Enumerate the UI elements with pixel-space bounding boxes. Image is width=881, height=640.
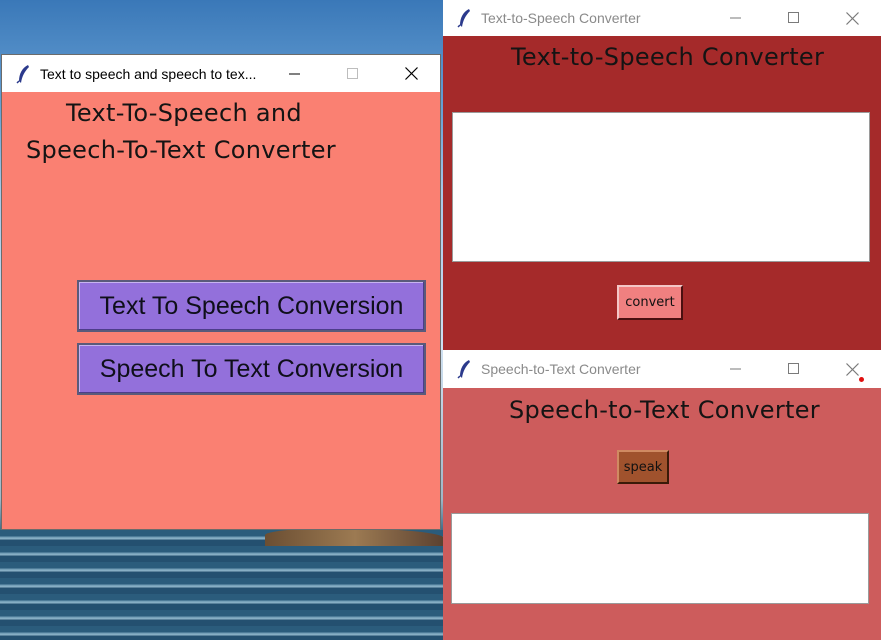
close-button[interactable]: [823, 351, 881, 387]
minimize-icon: [730, 368, 741, 370]
minimize-icon: [730, 17, 741, 19]
speak-button[interactable]: speak: [617, 450, 669, 484]
speech-to-text-button[interactable]: Speech To Text Conversion: [77, 343, 426, 395]
stt-heading: Speech-to-Text Converter: [509, 396, 820, 424]
minimize-button[interactable]: [707, 351, 765, 387]
convert-button[interactable]: convert: [617, 285, 683, 320]
close-icon: [845, 11, 859, 25]
maximize-icon: [788, 363, 799, 374]
tts-window-body: Text-to-Speech Converter convert: [443, 37, 881, 352]
minimize-icon: [289, 73, 300, 74]
feather-icon: [457, 9, 470, 28]
feather-icon: [16, 64, 29, 84]
tts-text-input[interactable]: [452, 112, 870, 262]
notification-dot: [859, 377, 864, 382]
maximize-button[interactable]: [324, 56, 382, 92]
window-title: Text-to-Speech Converter: [481, 10, 641, 26]
window-title: Text to speech and speech to tex...: [40, 65, 257, 82]
maximize-icon: [347, 67, 358, 79]
maximize-button[interactable]: [765, 0, 823, 36]
maximize-button[interactable]: [765, 351, 823, 387]
stt-window-body: Speech-to-Text Converter speak: [443, 388, 881, 640]
close-button[interactable]: [382, 56, 440, 92]
main-heading-line1: Text-To-Speech and: [66, 99, 302, 127]
minimize-button[interactable]: [266, 56, 324, 92]
window-title: Speech-to-Text Converter: [481, 361, 641, 377]
text-to-speech-button[interactable]: Text To Speech Conversion: [77, 280, 426, 332]
close-button[interactable]: [823, 0, 881, 36]
maximize-icon: [788, 12, 799, 23]
desktop-wallpaper-cliff: [265, 528, 445, 546]
stt-window: Speech-to-Text Converter Speech-to-Text …: [443, 350, 881, 640]
close-icon: [404, 67, 418, 80]
close-icon: [845, 362, 859, 376]
main-window-titlebar[interactable]: Text to speech and speech to tex...: [2, 55, 440, 92]
tts-heading: Text-to-Speech Converter: [511, 43, 825, 71]
minimize-button[interactable]: [707, 0, 765, 36]
tts-window-titlebar[interactable]: Text-to-Speech Converter: [443, 0, 881, 36]
stt-window-titlebar[interactable]: Speech-to-Text Converter: [443, 350, 881, 388]
stt-output-text[interactable]: [451, 513, 869, 604]
feather-icon: [457, 360, 470, 379]
tts-window: Text-to-Speech Converter Text-to-Speech …: [443, 0, 881, 352]
main-window: Text to speech and speech to tex... Text…: [1, 54, 441, 530]
main-heading-line2: Speech-To-Text Converter: [26, 136, 336, 164]
